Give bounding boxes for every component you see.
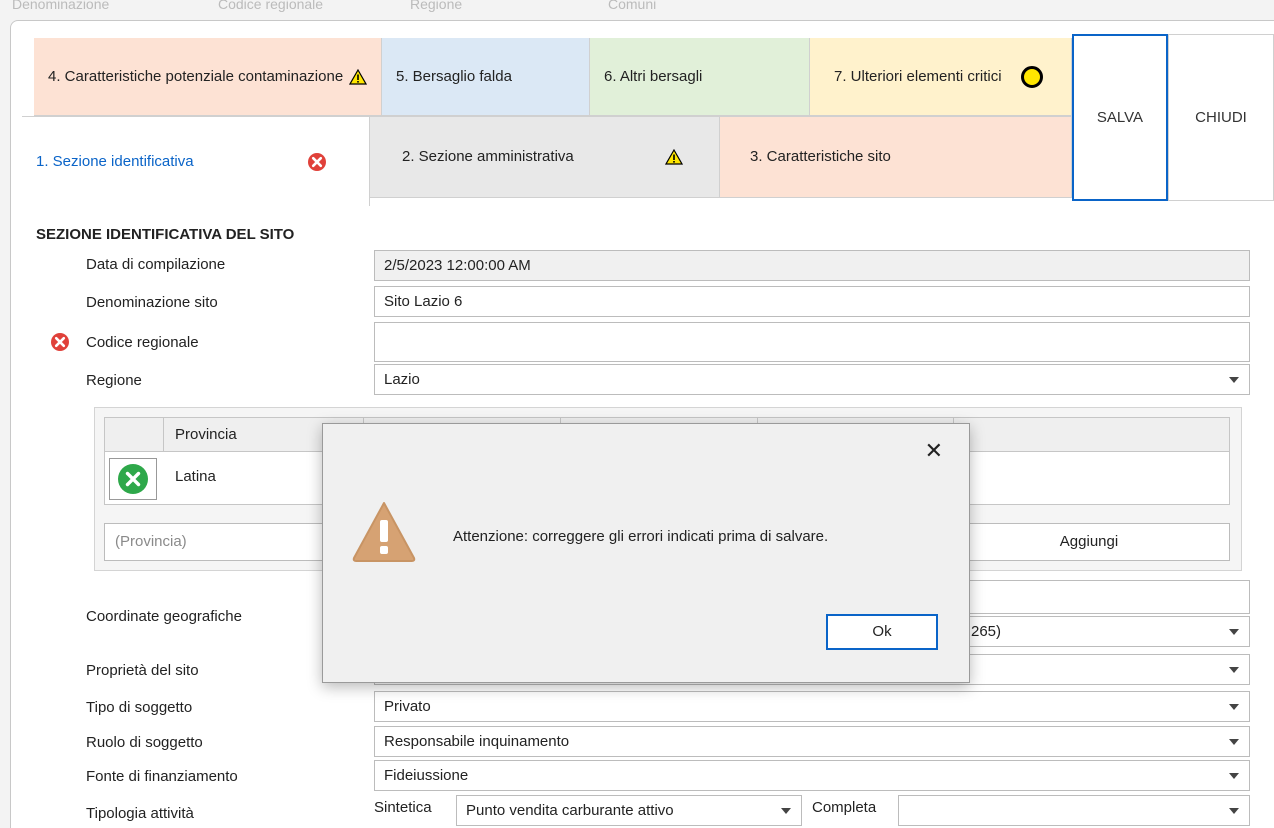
regione-value: Lazio bbox=[384, 371, 420, 388]
tipo-soggetto-select[interactable]: Privato bbox=[374, 691, 1250, 722]
remove-provincia-button[interactable] bbox=[109, 458, 157, 500]
tab-label: 5. Bersaglio falda bbox=[396, 67, 512, 85]
provincia-value: Latina bbox=[175, 468, 216, 485]
label-codice-regionale: Codice regionale bbox=[86, 334, 199, 351]
warning-icon bbox=[349, 68, 367, 85]
chevron-down-icon bbox=[1229, 704, 1239, 710]
data-compilazione-field: 2/5/2023 12:00:00 AM bbox=[374, 250, 1250, 281]
bg-col-codice: Codice regionale bbox=[218, 0, 324, 12]
regione-select[interactable]: Lazio bbox=[374, 364, 1250, 395]
chevron-down-icon bbox=[781, 808, 791, 814]
bg-col-regione: Regione bbox=[410, 0, 463, 12]
provincia-column-header: Provincia bbox=[175, 426, 237, 443]
tab-label: 3. Caratteristiche sito bbox=[750, 148, 891, 165]
warning-icon bbox=[665, 149, 683, 165]
label-tipologia-attivita: Tipologia attività bbox=[86, 805, 194, 822]
ruolo-soggetto-value: Responsabile inquinamento bbox=[384, 733, 570, 750]
completa-select[interactable] bbox=[898, 795, 1250, 826]
label-ruolo-soggetto: Ruolo di soggetto bbox=[86, 734, 203, 751]
close-button[interactable]: CHIUDI bbox=[1168, 34, 1274, 201]
background-header: Denominazione Codice regionale Regione C… bbox=[0, 0, 800, 18]
label-denominazione: Denominazione sito bbox=[86, 294, 218, 311]
sintetica-value: Punto vendita carburante attivo bbox=[466, 802, 674, 819]
tab-label: 6. Altri bersagli bbox=[604, 67, 703, 85]
error-icon bbox=[307, 152, 327, 172]
bg-col-denominazione: Denominazione bbox=[12, 0, 110, 12]
dialog-message: Attenzione: correggere gli errori indica… bbox=[453, 528, 829, 545]
tab-caratteristiche-potenziale[interactable]: 4. Caratteristiche potenziale contaminaz… bbox=[34, 38, 382, 116]
error-icon bbox=[50, 332, 70, 352]
completa-label: Completa bbox=[812, 799, 877, 816]
label-regione: Regione bbox=[86, 372, 142, 389]
status-circle-icon bbox=[1021, 65, 1043, 88]
tab-sezione-amministrativa[interactable]: 2. Sezione amministrativa bbox=[370, 116, 720, 198]
tipo-soggetto-value: Privato bbox=[384, 698, 431, 715]
chevron-down-icon bbox=[1229, 377, 1239, 383]
tab-caratteristiche-sito[interactable]: 3. Caratteristiche sito bbox=[720, 116, 1072, 198]
tab-altri-bersagli[interactable]: 6. Altri bersagli bbox=[590, 38, 810, 116]
ok-button[interactable]: Ok bbox=[826, 614, 938, 650]
label-tipo-soggetto: Tipo di soggetto bbox=[86, 699, 193, 716]
label-data-compilazione: Data di compilazione bbox=[86, 256, 226, 273]
codice-regionale-input[interactable] bbox=[374, 322, 1250, 362]
ruolo-soggetto-select[interactable]: Responsabile inquinamento bbox=[374, 726, 1250, 757]
tab-label: 4. Caratteristiche potenziale contaminaz… bbox=[48, 67, 344, 85]
error-dialog: ✕ Attenzione: correggere gli errori indi… bbox=[322, 423, 970, 683]
fonte-finanziamento-select[interactable]: Fideiussione bbox=[374, 760, 1250, 791]
tab-sezione-identificativa[interactable]: 1. Sezione identificativa bbox=[22, 116, 370, 206]
remove-icon bbox=[118, 464, 148, 494]
label-fonte-finanziamento: Fonte di finanziamento bbox=[86, 768, 238, 785]
coordinate-system-value: 265) bbox=[971, 623, 1002, 640]
sintetica-select[interactable]: Punto vendita carburante attivo bbox=[456, 795, 802, 826]
tab-label: 1. Sezione identificativa bbox=[36, 152, 194, 170]
chevron-down-icon bbox=[1229, 667, 1239, 673]
section-title: SEZIONE IDENTIFICATIVA DEL SITO bbox=[36, 226, 295, 243]
tab-label: 7. Ulteriori elementi critici bbox=[834, 67, 1002, 85]
bg-col-comuni: Comuni bbox=[608, 0, 657, 12]
fonte-finanziamento-value: Fideiussione bbox=[384, 767, 469, 784]
denominazione-input[interactable]: Sito Lazio 6 bbox=[374, 286, 1250, 317]
tab-label: 2. Sezione amministrativa bbox=[402, 148, 574, 165]
warning-icon bbox=[352, 502, 416, 562]
sintetica-label: Sintetica bbox=[374, 799, 432, 816]
chevron-down-icon bbox=[1229, 629, 1239, 635]
chevron-down-icon bbox=[1229, 808, 1239, 814]
label-coordinate: Coordinate geografiche bbox=[86, 608, 242, 625]
save-button[interactable]: SALVA bbox=[1072, 34, 1168, 201]
tab-bersaglio-falda[interactable]: 5. Bersaglio falda bbox=[382, 38, 590, 116]
provincia-input[interactable]: (Provincia) bbox=[104, 523, 324, 561]
chevron-down-icon bbox=[1229, 773, 1239, 779]
label-proprieta: Proprietà del sito bbox=[86, 662, 199, 679]
chevron-down-icon bbox=[1229, 739, 1239, 745]
tab-ulteriori-elementi[interactable]: 7. Ulteriori elementi critici bbox=[810, 38, 1072, 116]
close-icon[interactable]: ✕ bbox=[925, 438, 943, 464]
column-separator bbox=[163, 418, 164, 452]
aggiungi-button[interactable]: Aggiungi bbox=[948, 523, 1230, 561]
